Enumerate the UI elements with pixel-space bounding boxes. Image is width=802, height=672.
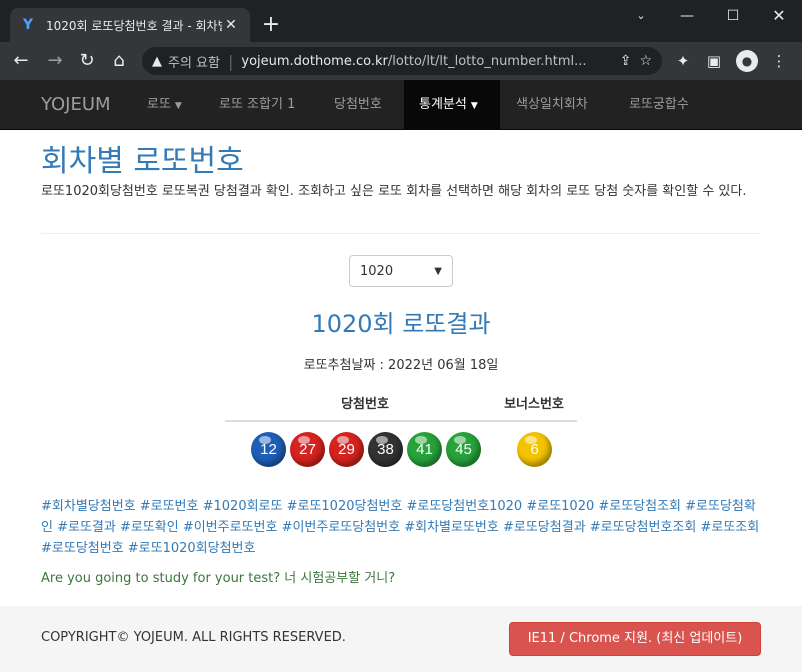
tagline: Are you going to study for your test? 너 … <box>41 571 396 586</box>
table-header-line <box>225 420 577 422</box>
lotto-ball-6: 45 <box>446 432 481 467</box>
nav-item-label: 로또 조합기 1 <box>219 97 296 112</box>
address-bar[interactable]: ▲ 주의 요함 | yojeum.dothome.co.kr/lotto/lt/… <box>142 47 662 75</box>
extensions-puzzle-icon[interactable]: ✦ <box>672 50 694 72</box>
nav-item-lotto[interactable]: 로또 ▼ <box>132 80 197 130</box>
page-title: 회차별 로또번호 <box>41 144 244 179</box>
security-warning-label: 주의 요함 <box>168 55 220 71</box>
main-numbers-header: 당첨번호 <box>341 397 389 412</box>
side-panel-icon[interactable]: ▣ <box>703 50 725 72</box>
tab-search-icon[interactable]: ⌄ <box>618 4 664 28</box>
lotto-ball-4: 38 <box>368 432 403 467</box>
window-minimize-icon[interactable]: — <box>664 4 710 28</box>
lotto-ball-5: 41 <box>407 432 442 467</box>
nav-item-label: 색상일치회차 <box>516 97 588 112</box>
site-navbar: YOJEUM 로또 ▼ 로또 조합기 1 당첨번호 통계분석 ▼ 색상일치회차 로또… <box>0 80 802 130</box>
back-arrow-icon[interactable]: ← <box>8 48 34 74</box>
copyright-text: COPYRIGHT© YOJEUM. ALL RIGHTS RESERVED. <box>41 630 346 645</box>
nav-item-statistics[interactable]: 통계분석 ▼ <box>404 80 500 130</box>
forward-arrow-icon[interactable]: → <box>42 48 68 74</box>
nav-item-combination[interactable]: 로또 조합기 1 <box>204 80 310 130</box>
nav-item-label: 통계분석 <box>419 97 467 112</box>
footer: COPYRIGHT© YOJEUM. ALL RIGHTS RESERVED. … <box>0 606 802 672</box>
lotto-ball-bonus: 6 <box>517 432 552 467</box>
round-select-value: 1020 <box>360 263 394 279</box>
window-maximize-icon[interactable]: ☐ <box>710 4 756 28</box>
reload-icon[interactable]: ↻ <box>74 48 100 74</box>
draw-date: 로또추첨날짜 : 2022년 06월 18일 <box>303 358 499 373</box>
home-icon[interactable]: ⌂ <box>106 48 132 74</box>
tab-close-icon[interactable]: ✕ <box>222 17 240 33</box>
url-text: yojeum.dothome.co.kr/lotto/lt/lt_lotto_n… <box>241 54 611 69</box>
nav-item-label: 로또 <box>147 97 171 112</box>
url-path: /lotto/lt/lt_lotto_number.html... <box>387 53 587 69</box>
chevron-down-icon: ▼ <box>434 265 442 277</box>
site-favicon-icon: Y <box>22 17 34 33</box>
browser-tab[interactable]: Y 1020회 로또당첨번호 결과 - 회차별 로또번호 ✕ <box>10 8 250 42</box>
url-separator: | <box>227 51 234 71</box>
nav-item-label: 당첨번호 <box>334 97 382 112</box>
new-tab-icon[interactable]: + <box>258 12 284 38</box>
lotto-ball-2: 27 <box>290 432 325 467</box>
tab-title: 1020회 로또당첨번호 결과 - 회차별 로또번호 <box>46 18 222 33</box>
nav-item-winning-numbers[interactable]: 당첨번호 <box>319 80 397 130</box>
warning-icon: ▲ <box>152 53 162 69</box>
share-icon[interactable]: ⇪ <box>620 53 632 69</box>
window-close-icon[interactable]: ✕ <box>756 4 802 28</box>
result-title: 1020회 로또결과 <box>311 310 491 338</box>
nav-item-compatibility[interactable]: 로또궁합수 <box>614 80 704 130</box>
browser-toolbar: ← → ↻ ⌂ ▲ 주의 요함 | yojeum.dothome.co.kr/l… <box>0 42 802 80</box>
caret-down-icon: ▼ <box>174 101 182 111</box>
site-brand[interactable]: YOJEUM <box>41 94 111 115</box>
caret-down-icon: ▼ <box>470 101 478 111</box>
bookmark-star-icon[interactable]: ☆ <box>639 53 652 69</box>
round-select[interactable]: 1020 ▼ <box>349 255 453 287</box>
update-button[interactable]: IE11 / Chrome 지원. (최신 업데이트) <box>509 622 761 656</box>
url-host: yojeum.dothome.co.kr <box>241 53 388 69</box>
browser-tabbar: Y 1020회 로또당첨번호 결과 - 회차별 로또번호 ✕ + ⌄ — ☐ ✕ <box>0 0 802 42</box>
nav-item-label: 로또궁합수 <box>629 97 689 112</box>
lotto-ball-1: 12 <box>251 432 286 467</box>
intro-text: 로또1020회당첨번호 로또복권 당첨결과 확인. 조회하고 싶은 로또 회차를… <box>41 184 747 199</box>
divider <box>41 233 761 234</box>
lotto-ball-3: 29 <box>329 432 364 467</box>
hashtag-list[interactable]: #회차별당첨번호 #로또번호 #1020회로또 #로또1020당첨번호 #로또당… <box>41 496 763 559</box>
bonus-number-header: 보너스번호 <box>504 397 564 412</box>
nav-item-color-match[interactable]: 색상일치회차 <box>501 80 603 130</box>
profile-avatar-icon[interactable]: ● <box>736 50 758 72</box>
more-menu-icon[interactable]: ⋮ <box>768 50 790 72</box>
